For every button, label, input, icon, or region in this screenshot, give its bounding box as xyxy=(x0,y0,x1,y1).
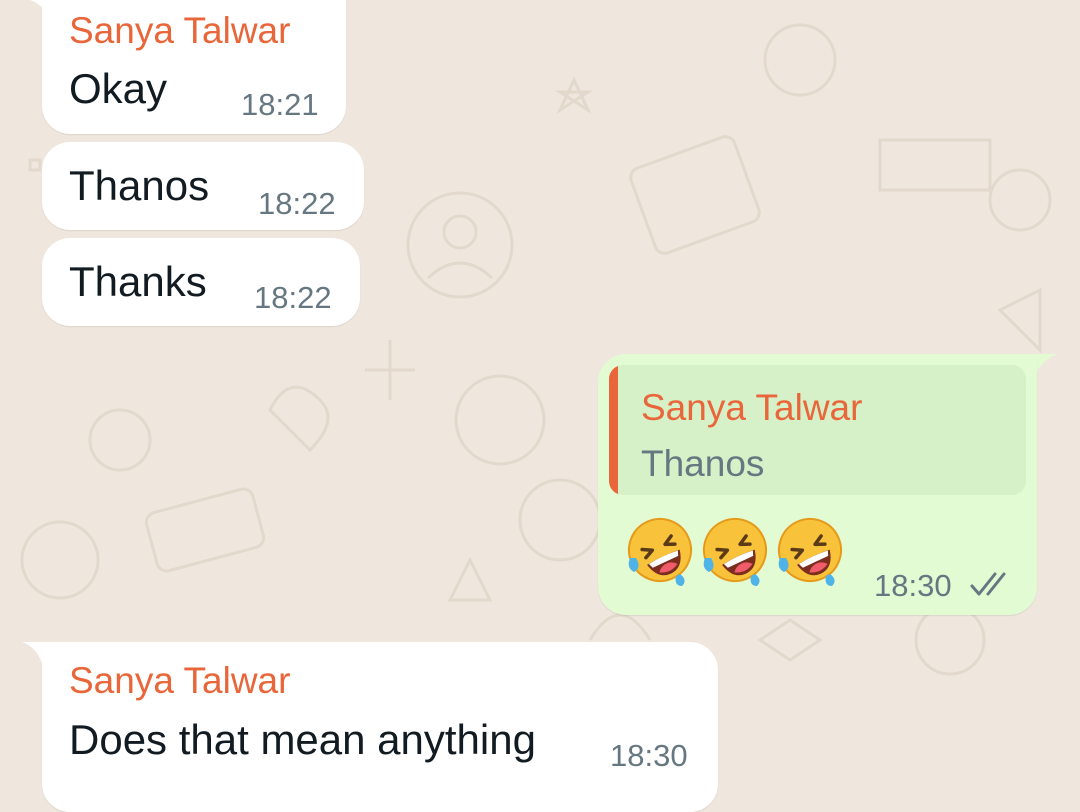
quoted-text: Thanos xyxy=(641,443,765,484)
message-timestamp: 18:22 xyxy=(258,186,336,221)
rolling-laughing-emoji-icon xyxy=(628,518,692,586)
sender-name: Sanya Talwar xyxy=(69,10,291,51)
message-bubble-incoming[interactable]: Sanya Talwar Does that mean anything 18:… xyxy=(42,642,718,812)
quoted-message[interactable]: Sanya Talwar Thanos xyxy=(609,365,1026,495)
rolling-laughing-emoji-icon xyxy=(703,518,767,586)
message-timestamp: 18:22 xyxy=(254,280,332,315)
message-timestamp: 18:21 xyxy=(241,87,319,122)
sender-name: Sanya Talwar xyxy=(69,660,291,701)
message-timestamp: 18:30 xyxy=(610,738,688,773)
message-text: Does that mean anything xyxy=(69,716,536,763)
message-bubble-incoming[interactable]: Thanos 18:22 xyxy=(42,142,364,230)
quoted-sender-name: Sanya Talwar xyxy=(641,387,863,428)
quote-accent-bar xyxy=(609,365,618,495)
message-bubble-incoming[interactable]: Sanya Talwar Okay 18:21 xyxy=(42,0,346,134)
message-bubble-outgoing[interactable]: Sanya Talwar Thanos 18:30 xyxy=(598,354,1037,615)
message-timestamp: 18:30 xyxy=(874,568,952,603)
message-text: Okay xyxy=(69,65,168,112)
message-text: Thanos xyxy=(69,162,210,209)
rolling-laughing-emoji-icon xyxy=(778,518,842,586)
message-bubble-incoming[interactable]: Thanks 18:22 xyxy=(42,238,360,326)
double-tick-read-icon xyxy=(970,572,1006,596)
message-text: Thanks xyxy=(69,258,207,305)
